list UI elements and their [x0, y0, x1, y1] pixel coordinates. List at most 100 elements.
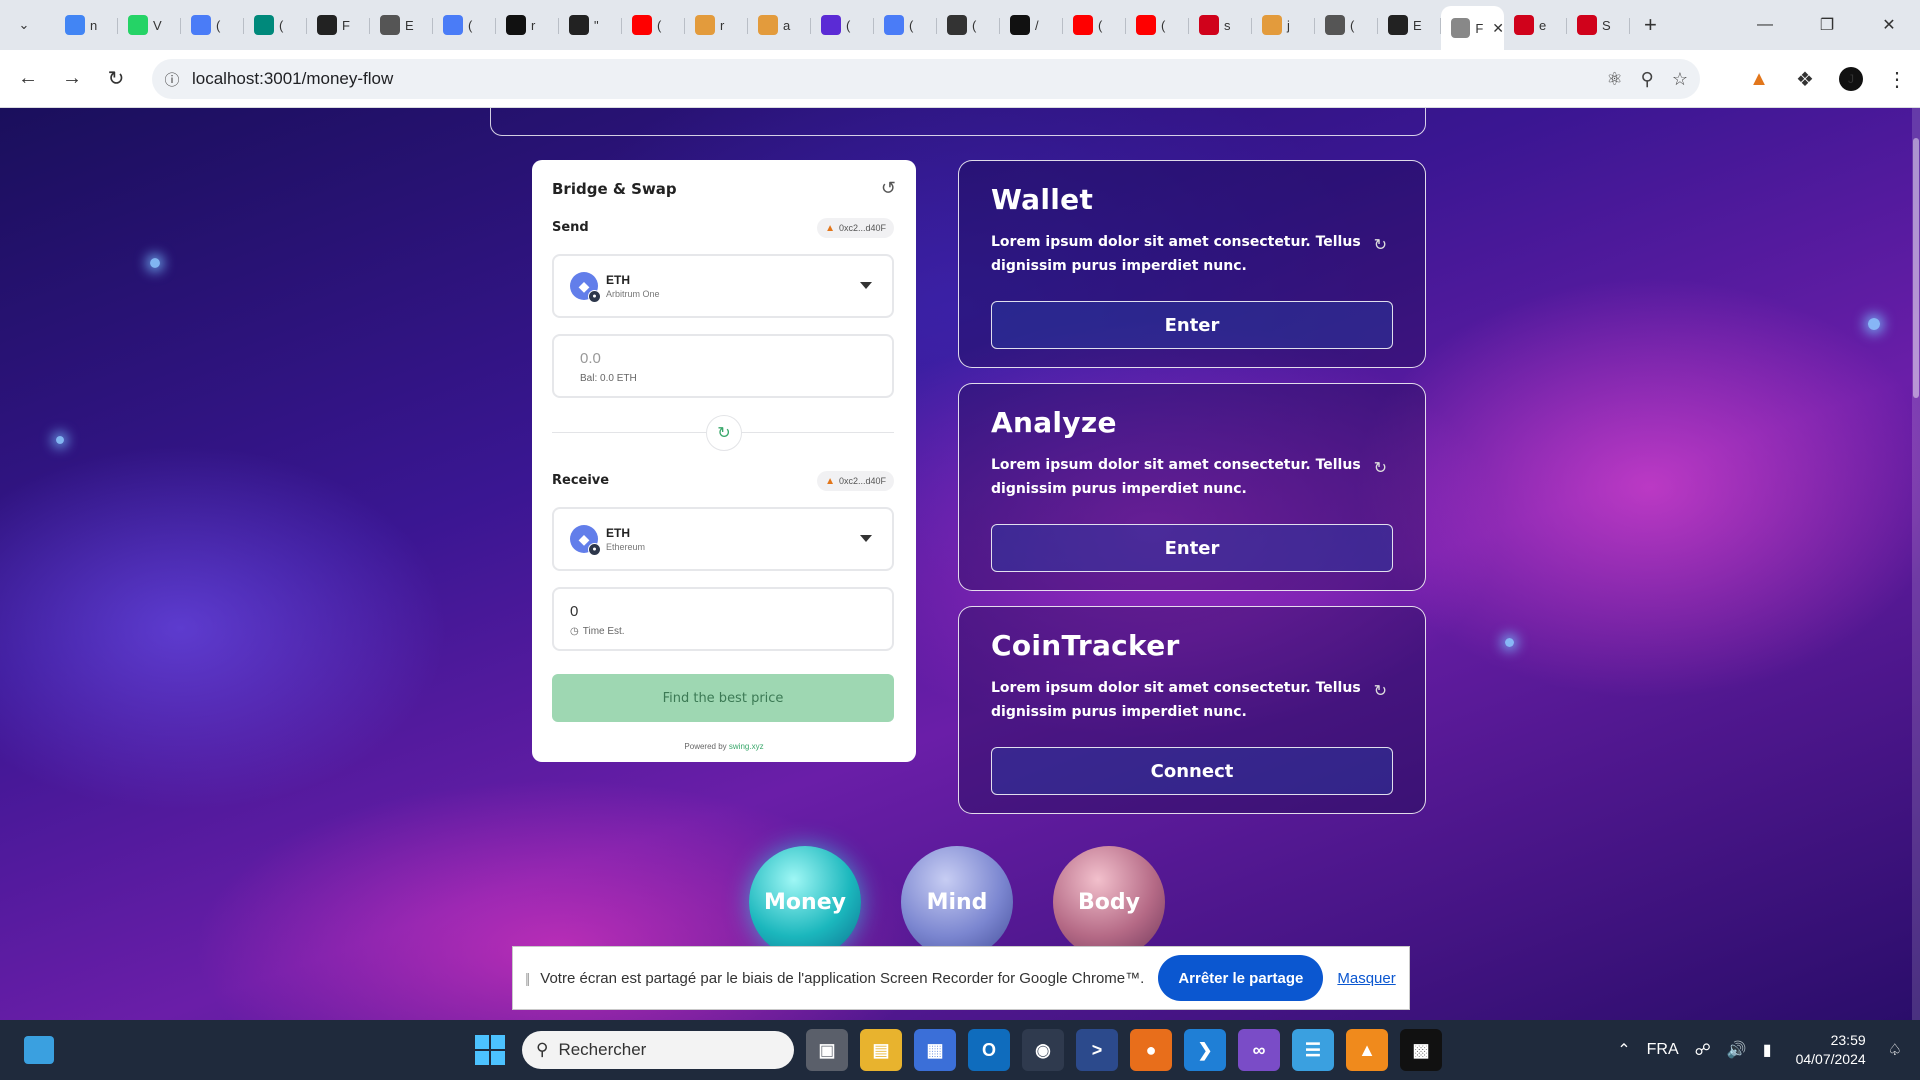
wallet-address: 0xc2...d40F: [838, 223, 886, 233]
browser-tab[interactable]: /: [1000, 6, 1063, 44]
bookmark-star-icon[interactable]: ☆: [1672, 69, 1688, 90]
browser-tab[interactable]: (: [1063, 6, 1126, 44]
receive-token-select[interactable]: ◆ ● ETH Ethereum: [552, 507, 894, 571]
browser-tab[interactable]: r: [496, 6, 559, 44]
metamask-fox-icon[interactable]: ▲: [1736, 68, 1782, 91]
close-window-icon[interactable]: ✕: [1858, 0, 1920, 50]
notepad-icon[interactable]: ☰: [1292, 1029, 1334, 1071]
browser-tab[interactable]: ": [559, 6, 622, 44]
chevron-down-icon: [860, 282, 872, 289]
widgets-icon[interactable]: [24, 1036, 54, 1064]
zoom-icon[interactable]: ⚲: [1641, 69, 1654, 90]
store-icon[interactable]: ▦: [914, 1029, 956, 1071]
browser-tab[interactable]: (: [244, 6, 307, 44]
minimize-icon[interactable]: —: [1734, 0, 1796, 50]
scrollbar-thumb[interactable]: [1913, 138, 1919, 398]
vlc-icon[interactable]: ▲: [1346, 1029, 1388, 1071]
browser-tab[interactable]: F ✕: [1441, 6, 1504, 50]
browser-tab[interactable]: F: [307, 6, 370, 44]
send-amount-field[interactable]: 0.0 Bal: 0.0 ETH: [552, 334, 894, 398]
receive-label: Receive: [552, 473, 610, 488]
windows-start-icon[interactable]: [470, 1030, 510, 1070]
refresh-icon[interactable]: ↻: [1374, 681, 1387, 701]
hand-icon: [1262, 15, 1282, 35]
refresh-icon[interactable]: ↻: [1374, 235, 1387, 255]
receive-wallet-pill[interactable]: ▲ 0xc2...d40F: [817, 471, 894, 491]
scrollbar[interactable]: [1912, 108, 1920, 1020]
back-arrow-icon[interactable]: ←: [6, 57, 50, 101]
terminal-icon[interactable]: ▩: [1400, 1029, 1442, 1071]
powershell-icon[interactable]: >: [1076, 1029, 1118, 1071]
browser-tab[interactable]: E: [1378, 6, 1441, 44]
browser-tab[interactable]: (: [433, 6, 496, 44]
profile-avatar[interactable]: J: [1839, 67, 1863, 91]
browser-tab[interactable]: n: [55, 6, 118, 44]
site-info-icon[interactable]: ⓘ: [152, 69, 192, 90]
restore-icon[interactable]: ❐: [1796, 0, 1858, 50]
battery-icon[interactable]: ▮: [1763, 1040, 1772, 1060]
cointracker-connect-button[interactable]: Connect: [991, 747, 1393, 795]
browser-tab[interactable]: (: [622, 6, 685, 44]
close-tab-icon[interactable]: ✕: [1492, 20, 1504, 37]
volume-icon[interactable]: 🔊: [1727, 1040, 1747, 1060]
tab-search-chevron-icon[interactable]: ⌄: [7, 8, 41, 42]
menu-kebab-icon[interactable]: ⋮: [1874, 67, 1920, 92]
address-bar[interactable]: ⓘ localhost:3001/money-flow ⚛ ⚲ ☆: [152, 59, 1700, 99]
task-view-icon[interactable]: ▣: [806, 1029, 848, 1071]
find-best-price-button[interactable]: Find the best price: [552, 674, 894, 722]
browser-tab[interactable]: (: [937, 6, 1000, 44]
language-indicator[interactable]: FRA: [1647, 1041, 1679, 1059]
browser-tab[interactable]: (: [811, 6, 874, 44]
browser-tab[interactable]: S: [1567, 6, 1630, 44]
visual-studio-icon[interactable]: ∞: [1238, 1029, 1280, 1071]
history-icon[interactable]: ↺: [881, 178, 896, 199]
browser-tab[interactable]: (: [1126, 6, 1189, 44]
chrome-icon[interactable]: ◉: [1022, 1029, 1064, 1071]
browser-tab[interactable]: e: [1504, 6, 1567, 44]
vscode-icon[interactable]: ❯: [1184, 1029, 1226, 1071]
mind-nav-orb[interactable]: Mind: [901, 846, 1013, 958]
browser-tab[interactable]: (: [181, 6, 244, 44]
gemini-icon: [443, 15, 463, 35]
reload-icon[interactable]: ↻: [94, 57, 138, 101]
send-wallet-pill[interactable]: ▲ 0xc2...d40F: [817, 218, 894, 238]
swap-direction-icon[interactable]: ↻: [706, 415, 742, 451]
firefox-icon[interactable]: ●: [1130, 1029, 1172, 1071]
browser-tab[interactable]: a: [748, 6, 811, 44]
new-tab-plus-icon[interactable]: +: [1644, 12, 1657, 38]
browser-tab[interactable]: (: [874, 6, 937, 44]
refresh-icon[interactable]: ↻: [1374, 458, 1387, 478]
browser-tab[interactable]: j: [1252, 6, 1315, 44]
record-icon: [1577, 15, 1597, 35]
p-icon: [1010, 15, 1030, 35]
browser-tab[interactable]: r: [685, 6, 748, 44]
browser-tab[interactable]: (: [1315, 6, 1378, 44]
clock[interactable]: 23:59 04/07/2024: [1796, 1031, 1866, 1069]
wallet-enter-button[interactable]: Enter: [991, 301, 1393, 349]
translate-icon[interactable]: ⚛: [1607, 69, 1623, 90]
money-nav-orb[interactable]: Money: [749, 846, 861, 958]
hide-link[interactable]: Masquer: [1337, 970, 1395, 987]
extensions-puzzle-icon[interactable]: ❖: [1782, 67, 1828, 92]
receive-token-network: Ethereum: [606, 542, 646, 552]
chevron-up-icon[interactable]: ⌃: [1617, 1040, 1630, 1060]
outlook-icon[interactable]: O: [968, 1029, 1010, 1071]
send-amount-placeholder[interactable]: 0.0: [580, 350, 866, 367]
stop-sharing-button[interactable]: Arrêter le partage: [1158, 955, 1324, 1001]
browser-tab[interactable]: E: [370, 6, 433, 44]
body-nav-orb[interactable]: Body: [1053, 846, 1165, 958]
notification-bell-icon[interactable]: ♤: [1888, 1040, 1902, 1060]
swing-link[interactable]: swing.xyz: [729, 742, 764, 751]
file-explorer-icon[interactable]: ▤: [860, 1029, 902, 1071]
network-icon[interactable]: ☍: [1695, 1040, 1711, 1060]
analyze-enter-button[interactable]: Enter: [991, 524, 1393, 572]
browser-tab[interactable]: V: [118, 6, 181, 44]
url-text[interactable]: localhost:3001/money-flow: [192, 69, 393, 89]
tab-title: (: [972, 17, 977, 33]
forward-arrow-icon[interactable]: →: [50, 57, 94, 101]
send-token-select[interactable]: ◆ ● ETH Arbitrum One: [552, 254, 894, 318]
taskbar-search[interactable]: ⚲ Rechercher: [522, 1031, 794, 1069]
browser-tab[interactable]: s: [1189, 6, 1252, 44]
drag-handle-icon[interactable]: ||: [525, 970, 530, 986]
receive-amount: 0: [570, 603, 579, 620]
